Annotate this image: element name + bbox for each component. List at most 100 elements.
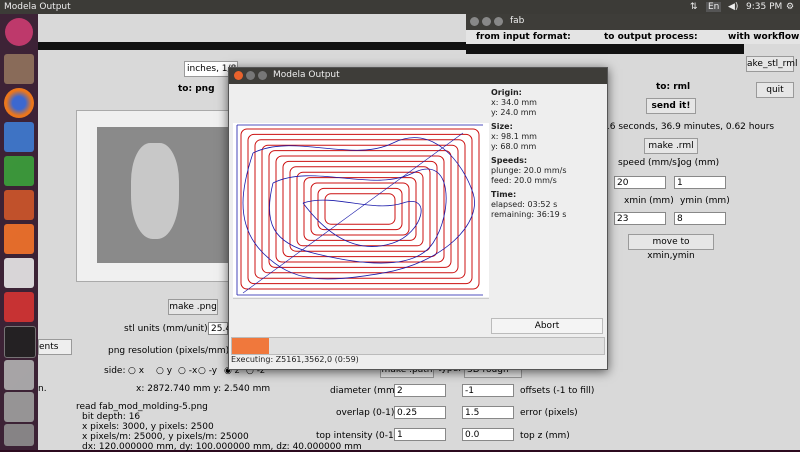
help-icon[interactable] xyxy=(4,392,34,422)
toolpath-offset-ring xyxy=(317,187,403,231)
overlap-label: overlap (0-1) xyxy=(336,408,395,418)
from-input-format-label: from input format: xyxy=(476,32,571,42)
axis-radio-neg-y[interactable]: ○ -y xyxy=(198,366,217,376)
overlap-input[interactable]: 0.25 xyxy=(394,406,446,419)
read-info-line: x pixels: 3000, y pixels: 2500 xyxy=(82,422,214,432)
network-icon[interactable]: ⇅ xyxy=(690,2,698,12)
fab-panel: ake_stl_rml quit xyxy=(744,44,800,104)
writer-icon[interactable] xyxy=(4,122,34,152)
firefox-icon[interactable] xyxy=(4,88,34,118)
toolpath-offset-ring xyxy=(268,150,452,268)
speed-label: speed (mm/s) xyxy=(618,158,681,168)
files-icon[interactable] xyxy=(4,54,34,84)
send-it-button[interactable]: send it! xyxy=(646,98,696,114)
ents-select[interactable]: ents xyxy=(38,339,72,355)
origin-y: y: 24.0 mm xyxy=(491,108,537,117)
read-info-line: read fab_mod_molding-5.png xyxy=(76,402,208,412)
trash-icon[interactable] xyxy=(4,424,34,446)
executing-status: Executing: Z5161,3562,0 (0:59) xyxy=(231,355,359,364)
axis-radio-neg-x[interactable]: ○ -x xyxy=(178,366,197,376)
active-window-title: Modela Output xyxy=(4,2,71,12)
canvas-divider xyxy=(233,298,489,299)
axis-radio-x[interactable]: ○ x xyxy=(128,366,144,376)
diameter-input[interactable]: 2 xyxy=(394,384,446,397)
xmin-input[interactable]: 23 xyxy=(614,212,666,225)
terminal-icon[interactable] xyxy=(4,326,36,358)
software-center-icon[interactable] xyxy=(4,224,34,254)
to-output-process-label: to output process: xyxy=(604,32,698,42)
stl-units-label: stl units (mm/unit): xyxy=(124,324,211,334)
fab-title: fab xyxy=(510,16,525,26)
toolpath-offset-ring xyxy=(303,177,417,241)
toolpath-red-offsets xyxy=(240,128,480,290)
make-rml-button[interactable]: make .rml xyxy=(644,138,698,154)
coords-readout: x: 2872.740 mm y: 2.540 mm xyxy=(136,384,271,394)
speed-input[interactable]: 20 xyxy=(614,176,666,189)
launcher-dock xyxy=(0,14,38,450)
toolpath-offset-ring xyxy=(324,193,396,225)
maximize-icon[interactable] xyxy=(494,17,503,26)
window-stack-icon[interactable] xyxy=(4,360,34,390)
fab-titlebar: fab xyxy=(466,14,800,30)
size-label: Size: xyxy=(491,122,513,131)
ubuntu-dash-icon[interactable] xyxy=(5,18,33,46)
progress-bar-fill xyxy=(232,338,270,354)
impress-icon[interactable] xyxy=(4,190,34,220)
footprint-image xyxy=(97,127,233,263)
read-info-line: dx: 120.000000 mm, dy: 100.000000 mm, dz… xyxy=(82,442,362,452)
tools-icon[interactable] xyxy=(4,292,34,322)
close-icon[interactable] xyxy=(470,17,479,26)
toolpath-canvas xyxy=(233,123,489,297)
n-label: n. xyxy=(38,384,47,394)
ymin-input[interactable]: 8 xyxy=(674,212,726,225)
toolpath-offset-ring xyxy=(247,133,473,285)
keyboard-indicator[interactable]: En xyxy=(706,2,722,12)
footprint-shape xyxy=(131,143,179,239)
jog-label: jog (mm) xyxy=(678,158,720,168)
jog-input[interactable]: 1 xyxy=(674,176,726,189)
make-stl-rml-button[interactable]: ake_stl_rml xyxy=(746,56,797,72)
maximize-icon[interactable] xyxy=(258,71,267,80)
feed-speed: feed: 20.0 mm/s xyxy=(491,176,557,185)
stl-units-input[interactable]: 25.4 xyxy=(208,322,231,335)
side-label: side: xyxy=(104,366,126,376)
volume-icon[interactable]: ◀) xyxy=(728,2,738,12)
dialog-titlebar: Modela Output xyxy=(229,68,607,84)
png-resolution-label: png resolution (pixels/mm): xyxy=(108,346,233,356)
fab-header-row: from input format: to output process: wi… xyxy=(466,30,800,44)
read-info-line: bit depth: 16 xyxy=(82,412,141,422)
ymin-label: ymin (mm) xyxy=(680,196,730,206)
modela-output-dialog: Modela Output Origin: x: 34.0 mm y: 24.0… xyxy=(228,67,608,370)
time-label: Time: xyxy=(491,190,517,199)
close-icon[interactable] xyxy=(234,71,243,80)
time-estimate: 16 seconds, 36.9 minutes, 0.62 hours xyxy=(604,122,775,132)
settings-gear-icon[interactable]: ⚙ xyxy=(786,2,794,12)
dialog-title: Modela Output xyxy=(273,70,340,80)
top-panel: Modela Output ⇅ En ◀) 9:35 PM ⚙ xyxy=(0,0,800,14)
move-to-xmin-ymin-button[interactable]: move to xmin,ymin xyxy=(628,234,714,261)
toolpath-offset-ring xyxy=(254,139,466,279)
abort-button[interactable]: Abort xyxy=(491,318,603,334)
quit-button[interactable]: quit xyxy=(756,82,794,98)
remaining-time: remaining: 36:19 s xyxy=(491,210,567,219)
speeds-label: Speeds: xyxy=(491,156,528,165)
top-intensity-input[interactable]: 1 xyxy=(394,428,446,441)
toolpath-offset-ring xyxy=(240,128,480,290)
top-intensity-label: top intensity (0-1) xyxy=(316,431,398,441)
progress-bar xyxy=(231,337,605,355)
minimize-icon[interactable] xyxy=(482,17,491,26)
to-png-label: to: png xyxy=(178,84,215,94)
to-rml-label: to: rml xyxy=(656,82,691,92)
make-png-button[interactable]: make .png xyxy=(168,299,218,315)
calc-icon[interactable] xyxy=(4,156,34,186)
axis-radio-y[interactable]: ○ y xyxy=(156,366,172,376)
xmin-label: xmin (mm) xyxy=(624,196,674,206)
origin-x: x: 34.0 mm xyxy=(491,98,537,107)
size-y: y: 68.0 mm xyxy=(491,142,537,151)
read-info-line: x pixels/m: 25000, y pixels/m: 25000 xyxy=(82,432,249,442)
amazon-icon[interactable] xyxy=(4,258,34,288)
origin-label: Origin: xyxy=(491,88,522,97)
clock[interactable]: 9:35 PM xyxy=(746,2,782,12)
minimize-icon[interactable] xyxy=(246,71,255,80)
toolpath-drawing xyxy=(236,124,483,296)
